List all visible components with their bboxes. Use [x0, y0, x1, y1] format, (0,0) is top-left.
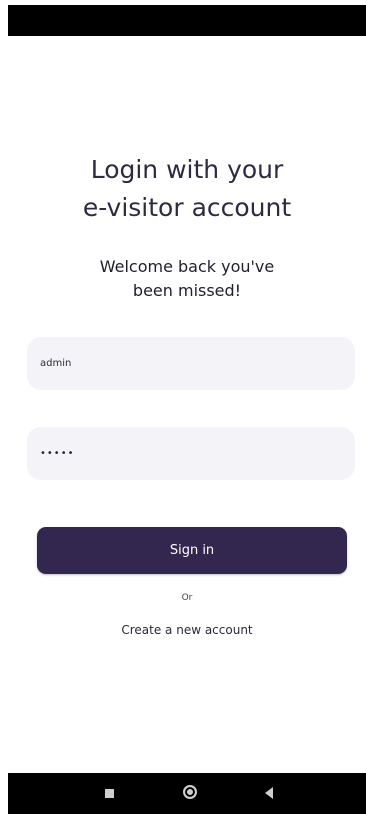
subtitle-line-1: Welcome back you've [99, 257, 275, 276]
login-screen: Login with your e-visitor account Welcom… [8, 5, 366, 814]
home-circle-icon[interactable] [183, 785, 197, 799]
sign-in-button[interactable]: Sign in [37, 527, 347, 574]
system-navigation-bar [8, 773, 366, 814]
page-title: Login with your e-visitor account [8, 151, 366, 227]
title-line-2: e-visitor account [82, 193, 292, 222]
subtitle-line-2: been missed! [132, 281, 242, 300]
recents-square-icon[interactable] [105, 789, 114, 798]
title-line-1: Login with your [90, 155, 284, 184]
welcome-subtitle: Welcome back you've been missed! [8, 255, 366, 303]
status-bar [8, 5, 366, 36]
create-account-link[interactable]: Create a new account [8, 623, 366, 637]
username-input[interactable] [27, 337, 355, 390]
or-divider-text: Or [181, 593, 193, 603]
back-triangle-icon[interactable] [265, 787, 273, 799]
password-input[interactable] [27, 427, 355, 480]
